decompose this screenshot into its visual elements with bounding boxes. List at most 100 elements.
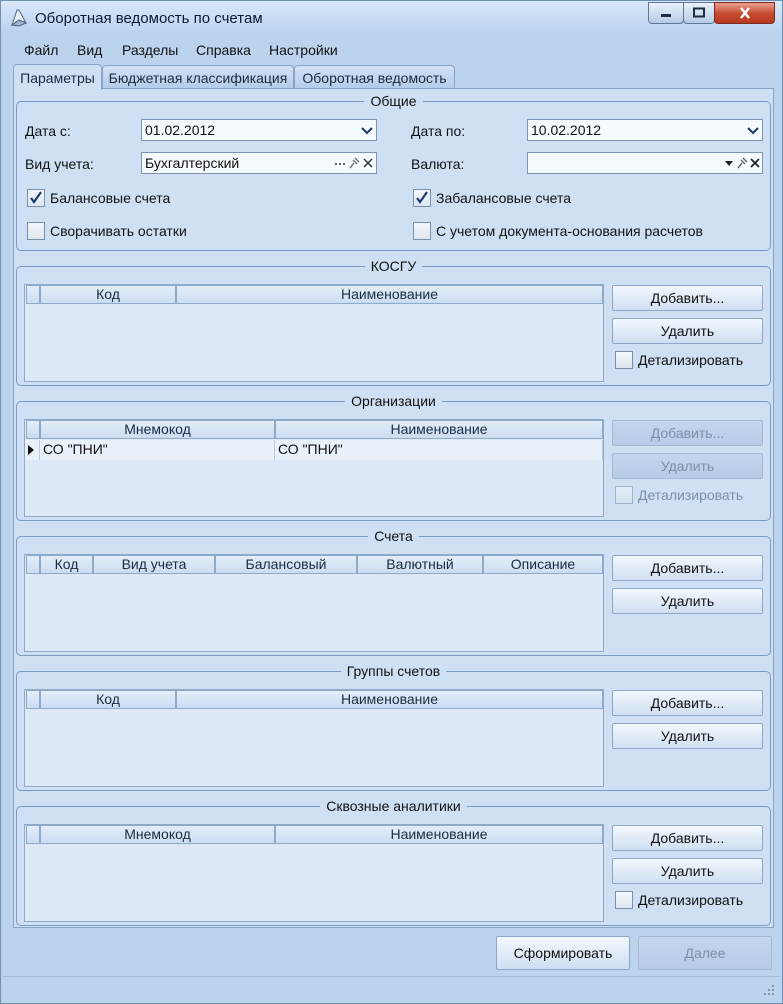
kosgu-col-name[interactable]: Наименование — [176, 285, 603, 304]
orgs-add-button[interactable]: Добавить... — [612, 420, 763, 446]
row-selector-header — [26, 690, 40, 709]
checkbox-box[interactable] — [27, 222, 45, 240]
kosgu-detail-checkbox[interactable]: Детализировать — [615, 351, 743, 369]
orgs-col-mnemocode[interactable]: Мнемокод — [40, 420, 275, 439]
offbalance-accounts-checkbox[interactable]: Забалансовые счета — [413, 189, 571, 207]
checkbox-box[interactable] — [615, 486, 633, 504]
accounts-col-description[interactable]: Описание — [483, 555, 603, 574]
analytics-col-mnemocode[interactable]: Мнемокод — [40, 825, 275, 844]
minimize-button[interactable] — [648, 2, 684, 24]
date-from-value: 01.02.2012 — [145, 122, 216, 138]
date-to-dropdown[interactable] — [745, 121, 761, 139]
menu-help[interactable]: Справка — [196, 42, 251, 58]
menu-view[interactable]: Вид — [77, 42, 102, 58]
balance-accounts-checkbox[interactable]: Балансовые счета — [27, 189, 170, 207]
checkbox-box[interactable] — [413, 189, 431, 207]
maximize-button[interactable] — [683, 2, 715, 24]
resize-grip-icon[interactable] — [762, 983, 776, 997]
checkbox-box[interactable] — [615, 891, 633, 909]
clear-icon[interactable] — [362, 157, 374, 169]
analytics-col-name[interactable]: Наименование — [275, 825, 603, 844]
accounts-col-currency[interactable]: Валютный — [357, 555, 483, 574]
acc-groups-add-button[interactable]: Добавить... — [612, 690, 763, 716]
close-icon — [739, 7, 750, 19]
table-row[interactable]: СО "ПНИ" СО "ПНИ" — [25, 440, 603, 460]
account-groups-grid[interactable]: Код Наименование — [24, 689, 604, 787]
menu-bar: Файл Вид Разделы Справка Настройки — [13, 39, 773, 61]
check-icon — [30, 191, 42, 204]
currency-field[interactable] — [527, 152, 763, 174]
check-icon — [416, 191, 428, 204]
basis-document-label: С учетом документа-основания расчетов — [436, 223, 703, 239]
analytics-add-button[interactable]: Добавить... — [612, 825, 763, 851]
menu-file[interactable]: Файл — [24, 42, 58, 58]
pin-icon[interactable] — [736, 157, 748, 169]
checkbox-box[interactable] — [615, 351, 633, 369]
balance-accounts-label: Балансовые счета — [50, 190, 171, 206]
app-icon — [10, 9, 28, 27]
organizations-grid[interactable]: Мнемокод Наименование СО "ПНИ" СО "ПНИ" — [24, 419, 604, 517]
kosgu-add-button[interactable]: Добавить... — [612, 285, 763, 311]
next-button[interactable]: Далее — [638, 936, 772, 970]
tab-budget-classification[interactable]: Бюджетная классификация — [102, 65, 294, 89]
account-type-field[interactable]: Бухгалтерский — [141, 152, 377, 174]
group-accounts: Счета Код Вид учета Балансовый Валютный … — [16, 528, 771, 656]
accounts-col-type[interactable]: Вид учета — [93, 555, 215, 574]
cross-analytics-grid[interactable]: Мнемокод Наименование — [24, 824, 604, 922]
basis-document-checkbox[interactable]: С учетом документа-основания расчетов — [413, 222, 703, 240]
accounts-add-button[interactable]: Добавить... — [612, 555, 763, 581]
orgs-col-name[interactable]: Наименование — [275, 420, 603, 439]
analytics-detail-checkbox[interactable]: Детализировать — [615, 891, 743, 909]
menu-sections[interactable]: Разделы — [122, 42, 178, 58]
kosgu-col-code[interactable]: Код — [40, 285, 176, 304]
ellipsis-icon[interactable] — [334, 157, 346, 169]
group-general: Общие Дата с: 01.02.2012 Дата по: 10.02.… — [16, 93, 771, 251]
clear-icon[interactable] — [749, 157, 761, 169]
currency-label: Валюта: — [411, 156, 465, 172]
kosgu-detail-label: Детализировать — [638, 352, 744, 368]
row-selector-header — [26, 825, 40, 844]
maximize-icon — [693, 7, 705, 18]
orgs-detail-checkbox[interactable]: Детализировать — [615, 486, 743, 504]
tab-parameters[interactable]: Параметры — [13, 64, 102, 90]
org-mnemocode-cell[interactable]: СО "ПНИ" — [40, 440, 275, 460]
date-to-field[interactable]: 10.02.2012 — [527, 119, 763, 141]
date-from-label: Дата с: — [25, 123, 71, 139]
group-account-groups-title: Группы счетов — [340, 663, 447, 679]
chevron-down-icon[interactable] — [723, 157, 735, 169]
group-organizations-title: Организации — [345, 393, 442, 409]
kosgu-delete-button[interactable]: Удалить — [612, 318, 763, 344]
window-title: Оборотная ведомость по счетам — [35, 10, 263, 27]
acc-groups-col-name[interactable]: Наименование — [176, 690, 603, 709]
accounts-col-code[interactable]: Код — [40, 555, 93, 574]
collapse-balances-checkbox[interactable]: Сворачивать остатки — [27, 222, 187, 240]
pin-icon[interactable] — [348, 157, 360, 169]
close-button[interactable] — [714, 2, 775, 24]
app-window: Оборотная ведомость по счетам Файл Вид Р… — [0, 0, 783, 1004]
chevron-down-icon — [747, 127, 759, 135]
group-general-title: Общие — [364, 93, 423, 109]
tab-turnover-statement[interactable]: Оборотная ведомость — [294, 65, 455, 89]
group-account-groups: Группы счетов Код Наименование Добавить.… — [16, 663, 771, 791]
row-pointer — [25, 440, 40, 460]
acc-groups-col-code[interactable]: Код — [40, 690, 176, 709]
accounts-delete-button[interactable]: Удалить — [612, 588, 763, 614]
account-type-value: Бухгалтерский — [145, 155, 240, 171]
org-name-cell[interactable]: СО "ПНИ" — [275, 440, 603, 460]
acc-groups-delete-button[interactable]: Удалить — [612, 723, 763, 749]
analytics-delete-button[interactable]: Удалить — [612, 858, 763, 884]
accounts-col-balance[interactable]: Балансовый — [215, 555, 357, 574]
row-selector-header — [26, 555, 40, 574]
orgs-delete-button[interactable]: Удалить — [612, 453, 763, 479]
date-from-field[interactable]: 01.02.2012 — [141, 119, 377, 141]
status-bar — [3, 976, 780, 1001]
kosgu-grid[interactable]: Код Наименование — [24, 284, 604, 382]
offbalance-accounts-label: Забалансовые счета — [436, 190, 572, 206]
menu-settings[interactable]: Настройки — [269, 42, 338, 58]
form-button[interactable]: Сформировать — [496, 936, 630, 970]
date-from-dropdown[interactable] — [359, 121, 375, 139]
checkbox-box[interactable] — [413, 222, 431, 240]
accounts-grid[interactable]: Код Вид учета Балансовый Валютный Описан… — [24, 554, 604, 652]
checkbox-box[interactable] — [27, 189, 45, 207]
group-kosgu-title: КОСГУ — [364, 258, 423, 274]
